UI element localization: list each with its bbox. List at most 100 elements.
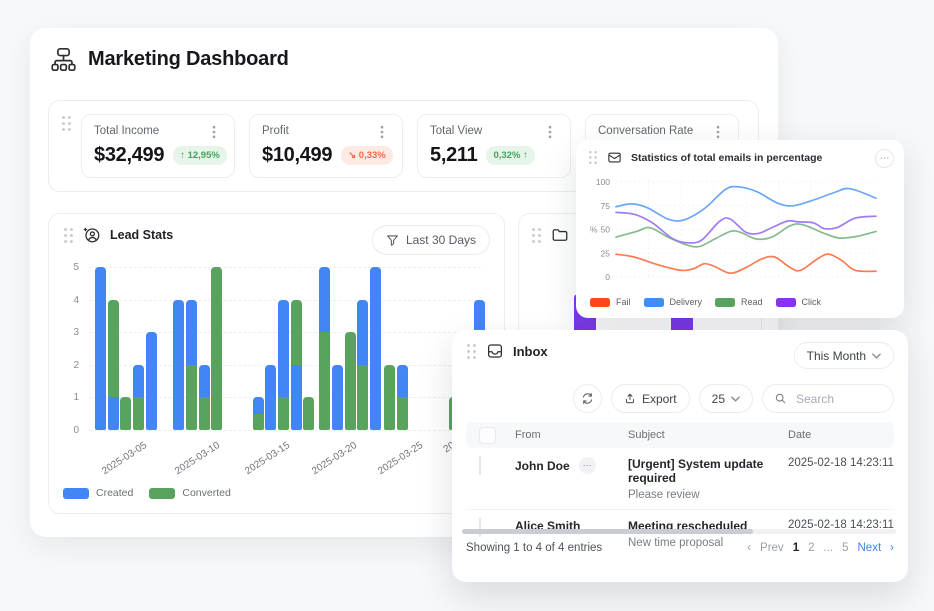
stacked-bar	[384, 365, 395, 430]
stat-label: Profit	[262, 125, 289, 137]
kebab-menu-icon[interactable]	[206, 125, 222, 139]
page-item[interactable]: Next	[858, 542, 882, 554]
more-menu-icon[interactable]: ⋯	[875, 149, 894, 168]
drag-handle-icon[interactable]	[531, 227, 542, 244]
page-item[interactable]: 5	[842, 542, 848, 554]
trend-badge: 0,32% ↑	[486, 146, 534, 165]
table-row[interactable]: John Doe⋯[Urgent] System update required…	[466, 448, 894, 510]
stacked-bar	[319, 267, 330, 430]
stacked-bar	[345, 332, 356, 430]
export-icon	[624, 392, 636, 405]
x-tick-label: 2025-03-10	[173, 440, 222, 477]
inbox-table: From Subject Date John Doe⋯[Urgent] Syst…	[466, 422, 894, 557]
stacked-bar	[291, 300, 302, 430]
page-size-select[interactable]: 25	[699, 384, 753, 413]
page-item[interactable]: ‹	[747, 542, 751, 554]
svg-text:50: 50	[601, 225, 611, 235]
chevron-down-icon	[731, 396, 740, 402]
stat-card-total-income: Total Income $32,499 ↑ 12,95%	[81, 114, 235, 178]
sitemap-icon	[50, 46, 77, 73]
stacked-bar	[303, 397, 314, 430]
page-item[interactable]: ...	[824, 542, 834, 554]
period-select[interactable]: This Month	[794, 342, 894, 369]
stacked-bar	[211, 267, 222, 430]
horizontal-scrollbar	[462, 529, 896, 534]
gridline	[89, 430, 481, 431]
legend-item: Created	[63, 487, 133, 499]
x-tick-label: 2025-03-15	[243, 440, 292, 477]
x-tick-label: 2025-03-25	[376, 440, 425, 477]
stacked-bar	[146, 332, 157, 430]
stacked-bar	[186, 300, 197, 430]
row-menu-icon[interactable]: ⋯	[579, 457, 596, 474]
stat-value: 5,211	[430, 144, 477, 167]
legend-item: Delivery	[644, 297, 703, 307]
search-input[interactable]	[794, 391, 882, 407]
lead-legend: Created Converted	[63, 487, 231, 499]
legend-swatch	[63, 488, 89, 499]
table-body: John Doe⋯[Urgent] System update required…	[466, 448, 894, 557]
page-title: Marketing Dashboard	[88, 48, 289, 71]
period-label: This Month	[807, 349, 866, 363]
email-date: 2025-02-18 14:23:11	[788, 457, 894, 469]
svg-text:100: 100	[596, 177, 610, 187]
stat-card-profit: Profit $10,499 ↘ 0,33%	[249, 114, 403, 178]
export-button[interactable]: Export	[611, 384, 690, 413]
legend-swatch	[715, 298, 735, 307]
search-box	[762, 384, 894, 413]
inbox-icon	[486, 342, 504, 360]
drag-handle-icon[interactable]	[61, 115, 72, 132]
stat-label: Conversation Rate	[598, 125, 693, 137]
row-checkbox[interactable]	[479, 518, 481, 537]
select-all-checkbox[interactable]	[479, 427, 496, 444]
kebab-menu-icon[interactable]	[542, 125, 558, 139]
drag-handle-icon[interactable]	[588, 150, 598, 165]
legend-item: Read	[715, 297, 763, 307]
legend-item: Converted	[149, 487, 230, 499]
legend-item: Click	[776, 297, 822, 307]
page-header: Marketing Dashboard	[50, 46, 289, 73]
svg-text:25: 25	[601, 248, 611, 258]
inbox-card: Inbox This Month Export	[452, 330, 908, 582]
kebab-menu-icon[interactable]	[374, 125, 390, 139]
table-header: From Subject Date	[466, 422, 894, 448]
stacked-bar	[199, 365, 210, 430]
stacked-bar	[278, 300, 289, 430]
x-tick-label: 2025-03-20	[310, 440, 359, 477]
pagination: ‹ Prev 12... 5 Next ›	[747, 542, 894, 554]
refresh-button[interactable]	[573, 384, 602, 413]
drag-handle-icon[interactable]	[466, 343, 477, 360]
refresh-icon	[581, 392, 594, 405]
page-item[interactable]: 2	[808, 542, 814, 554]
stacked-bar	[253, 397, 264, 430]
legend-swatch	[644, 298, 664, 307]
entries-summary: Showing 1 to 4 of 4 entries	[466, 542, 602, 554]
kebab-menu-icon[interactable]	[710, 125, 726, 139]
stat-label: Total Income	[94, 125, 159, 137]
dashboard-page: Marketing Dashboard Total Income	[0, 0, 934, 611]
lead-stats-card: Lead Stats Last 30 Days 012345 2025-03-0…	[48, 213, 505, 514]
column-from: From	[515, 429, 628, 441]
stat-label: Total View	[430, 125, 482, 137]
stat-card-total-view: Total View 5,211 0,32% ↑	[417, 114, 571, 178]
stat-value: $10,499	[262, 144, 332, 167]
stacked-bar	[357, 300, 368, 430]
column-subject: Subject	[628, 429, 788, 441]
legend-swatch	[149, 488, 175, 499]
legend-item: Fail	[590, 297, 631, 307]
trend-badge: ↑ 12,95%	[173, 146, 227, 165]
inbox-toolbar: Export 25	[573, 384, 894, 413]
row-checkbox[interactable]	[479, 456, 481, 475]
page-item[interactable]: Prev	[760, 542, 784, 554]
page-size-value: 25	[712, 392, 725, 406]
scrollbar-thumb[interactable]	[462, 529, 753, 534]
page-item[interactable]: 1	[793, 542, 799, 554]
search-icon	[774, 392, 787, 405]
envelope-icon	[607, 150, 622, 165]
page-item[interactable]: ›	[890, 542, 894, 554]
chevron-down-icon	[872, 353, 881, 359]
inbox-title: Inbox	[513, 344, 548, 359]
stacked-bar	[173, 300, 184, 430]
sender-name: John Doe	[515, 459, 570, 473]
svg-text:0: 0	[605, 272, 610, 282]
